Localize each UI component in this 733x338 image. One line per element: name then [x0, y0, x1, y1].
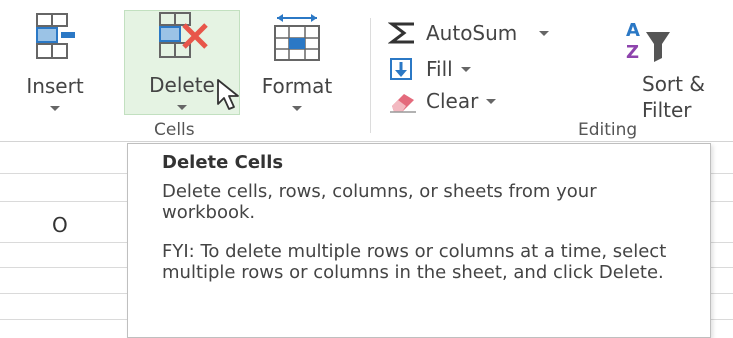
insert-label: Insert: [26, 74, 84, 98]
clear-dropdown-caret[interactable]: [486, 98, 497, 104]
format-button[interactable]: Format: [245, 12, 349, 112]
sort-filter-button[interactable]: A Z Sort & Filter: [618, 18, 733, 128]
autosum-button[interactable]: AutoSum: [387, 18, 550, 48]
svg-text:Z: Z: [626, 42, 639, 63]
group-separator: [370, 18, 371, 133]
sort-filter-icon: A Z: [622, 18, 682, 74]
cells-group-label: Cells: [154, 120, 195, 140]
autosum-dropdown-caret[interactable]: [539, 30, 550, 36]
editing-group-label: Editing: [578, 120, 638, 140]
format-dropdown-caret[interactable]: [292, 106, 302, 111]
clear-label: Clear: [426, 89, 479, 113]
autosum-label: AutoSum: [426, 21, 518, 45]
format-label: Format: [261, 74, 333, 98]
sigma-icon: [387, 20, 418, 46]
tooltip-title: Delete Cells: [162, 152, 284, 173]
sort-filter-label-line2: Filter: [642, 98, 692, 122]
clear-button[interactable]: Clear: [388, 86, 497, 116]
insert-dropdown-caret[interactable]: [50, 106, 60, 111]
delete-dropdown-caret[interactable]: [177, 105, 187, 110]
delete-cells-tooltip: Delete Cells Delete cells, rows, columns…: [127, 143, 711, 338]
ribbon: Insert Delete Format Cells AutoSum Fill …: [0, 0, 733, 142]
svg-text:A: A: [626, 20, 640, 41]
eraser-icon: [388, 88, 418, 114]
insert-cells-icon: [27, 12, 83, 62]
fill-dropdown-caret[interactable]: [460, 66, 471, 72]
sort-filter-label-line1: Sort &: [642, 72, 705, 96]
fill-label: Fill: [426, 57, 453, 81]
format-cells-icon: [269, 12, 325, 62]
cell-value[interactable]: O: [52, 213, 68, 237]
fill-button[interactable]: Fill: [388, 54, 471, 84]
fill-down-icon: [388, 56, 418, 82]
tooltip-fyi: FYI: To delete multiple rows or columns …: [162, 241, 667, 283]
delete-cells-icon: [154, 11, 210, 61]
mouse-pointer-icon: [214, 78, 248, 112]
tooltip-description: Delete cells, rows, columns, or sheets f…: [162, 181, 597, 223]
insert-button[interactable]: Insert: [20, 12, 90, 112]
